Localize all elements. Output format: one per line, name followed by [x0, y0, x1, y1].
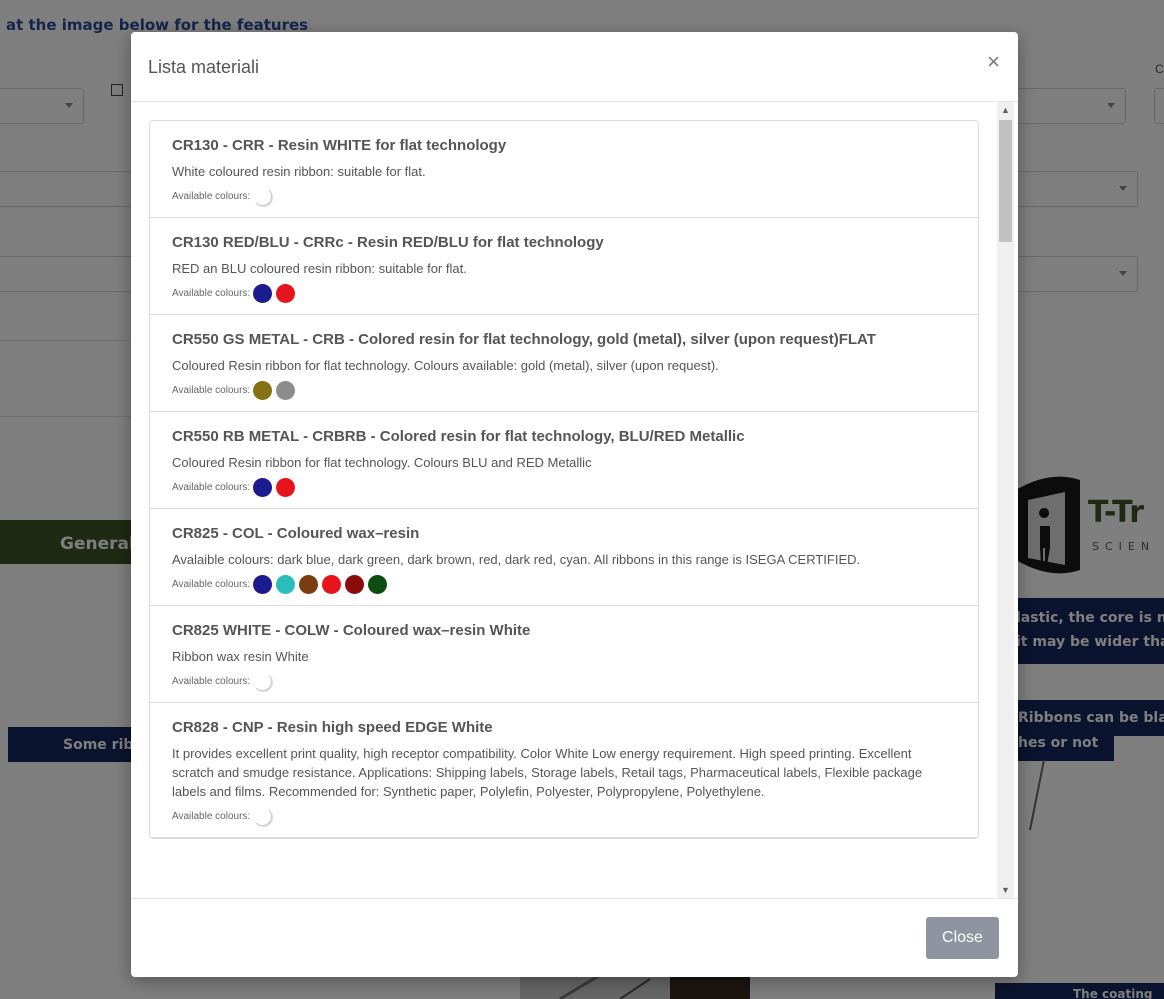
- colour-swatch: [253, 477, 273, 497]
- item-title: CR130 RED/BLU - CRRc - Resin RED/BLU for…: [172, 234, 604, 251]
- list-item: CR825 WHITE - COLW - Coloured wax–resin …: [150, 606, 978, 703]
- item-title: CR550 RB METAL - CRBRB - Colored resin f…: [172, 428, 745, 445]
- list-item: CR828 - CNP - Resin high speed EDGE Whit…: [150, 703, 978, 838]
- item-title: CR130 - CRR - Resin WHITE for flat techn…: [172, 137, 507, 154]
- list-item: CR130 RED/BLU - CRRc - Resin RED/BLU for…: [150, 218, 978, 315]
- colour-swatch: [253, 380, 273, 400]
- item-description: Avalaible colours: dark blue, dark green…: [172, 552, 861, 567]
- colours-label: Available colours:: [172, 384, 251, 396]
- available-colours: Available colours:: [172, 804, 956, 828]
- modal-title: Lista materiali: [148, 57, 260, 77]
- colour-swatch: [276, 477, 296, 497]
- modal-footer: Close: [131, 898, 1018, 977]
- item-description: Ribbon wax resin White: [172, 649, 309, 664]
- available-colours: Available colours:: [172, 378, 956, 402]
- close-button[interactable]: Close: [926, 917, 999, 959]
- colour-swatch: [253, 283, 273, 303]
- list-item: CR130 - CRR - Resin WHITE for flat techn…: [150, 121, 978, 218]
- colours-label: Available colours:: [172, 190, 251, 202]
- colour-swatch: [276, 574, 296, 594]
- item-title: CR550 GS METAL - CRB - Colored resin for…: [172, 331, 876, 348]
- scroll-up-icon[interactable]: ▲: [997, 102, 1014, 118]
- list-item: CR825 - COL - Coloured wax–resin Avalaibl…: [150, 509, 978, 606]
- item-title: CR825 - COL - Coloured wax–resin: [172, 525, 420, 542]
- colour-swatch: [368, 574, 388, 594]
- available-colours: Available colours:: [172, 572, 956, 596]
- colour-swatch: [253, 574, 273, 594]
- colour-swatch: [253, 806, 273, 826]
- available-colours: Available colours:: [172, 281, 956, 305]
- colours-label: Available colours:: [172, 578, 251, 590]
- list-item: CR550 GS METAL - CRB - Colored resin for…: [150, 315, 978, 412]
- available-colours: Available colours:: [172, 184, 956, 208]
- available-colours: Available colours:: [172, 669, 956, 693]
- item-description: It provides excellent print quality, hig…: [172, 746, 923, 799]
- colours-label: Available colours:: [172, 675, 251, 687]
- colour-swatch: [276, 380, 296, 400]
- item-description: Coloured Resin ribbon for flat technolog…: [172, 455, 592, 470]
- item-description: White coloured resin ribbon: suitable fo…: [172, 164, 426, 179]
- scrollbar-thumb[interactable]: [999, 120, 1012, 242]
- colours-label: Available colours:: [172, 287, 251, 299]
- materials-list: CR130 - CRR - Resin WHITE for flat techn…: [149, 120, 979, 839]
- colour-swatch: [253, 186, 273, 206]
- close-icon[interactable]: ×: [987, 51, 1000, 73]
- colour-swatch: [322, 574, 342, 594]
- scroll-down-icon[interactable]: ▼: [997, 882, 1014, 898]
- colour-swatch: [276, 283, 296, 303]
- colour-swatch: [299, 574, 319, 594]
- materials-modal: Lista materiali × CR130 - CRR - Resin WH…: [131, 32, 1018, 977]
- modal-body: CR130 - CRR - Resin WHITE for flat techn…: [131, 102, 1018, 898]
- colour-swatch: [253, 671, 273, 691]
- available-colours: Available colours:: [172, 475, 956, 499]
- colours-label: Available colours:: [172, 810, 251, 822]
- list-item: CR550 RB METAL - CRBRB - Colored resin f…: [150, 412, 978, 509]
- modal-header: Lista materiali ×: [131, 32, 1018, 102]
- item-title: CR828 - CNP - Resin high speed EDGE Whit…: [172, 719, 493, 736]
- modal-scrollbar[interactable]: ▲ ▼: [997, 102, 1014, 898]
- colours-label: Available colours:: [172, 481, 251, 493]
- colour-swatch: [345, 574, 365, 594]
- item-description: RED an BLU coloured resin ribbon: suitab…: [172, 261, 467, 276]
- item-title: CR825 WHITE - COLW - Coloured wax–resin …: [172, 622, 531, 639]
- item-description: Coloured Resin ribbon for flat technolog…: [172, 358, 719, 373]
